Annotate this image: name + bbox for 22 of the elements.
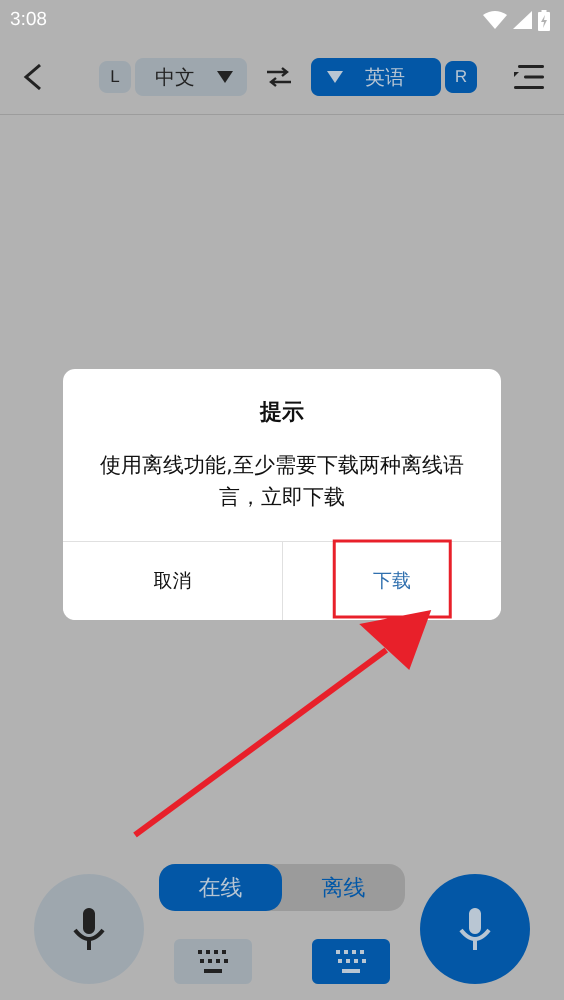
microphone-icon (459, 908, 491, 950)
keyboard-button[interactable] (312, 939, 390, 984)
swap-icon[interactable] (267, 67, 291, 87)
signal-icon (513, 11, 532, 29)
keyboard-icon (336, 950, 366, 973)
battery-icon (538, 10, 550, 30)
dropdown-caret-icon (217, 71, 233, 83)
status-time: 3:08 (10, 9, 47, 31)
download-button[interactable]: 下载 (282, 542, 501, 620)
language-selector[interactable]: 中文 (135, 58, 247, 96)
dialog-message: 使用离线功能,至少需要下载两种离线语言，立即下载 (99, 452, 465, 511)
keyboard-icon (198, 950, 228, 973)
language-selector[interactable]: 英语 (311, 58, 441, 96)
side-badge: L (99, 61, 131, 93)
microphone-icon (73, 908, 105, 950)
dropdown-caret-icon (327, 71, 343, 83)
wifi-icon (483, 11, 507, 29)
mode-tab[interactable]: 在线 (159, 864, 282, 911)
keyboard-button[interactable] (174, 939, 252, 984)
dialog-title: 提示 (258, 399, 305, 427)
menu-icon[interactable] (514, 65, 544, 89)
side-badge: R (445, 61, 477, 93)
